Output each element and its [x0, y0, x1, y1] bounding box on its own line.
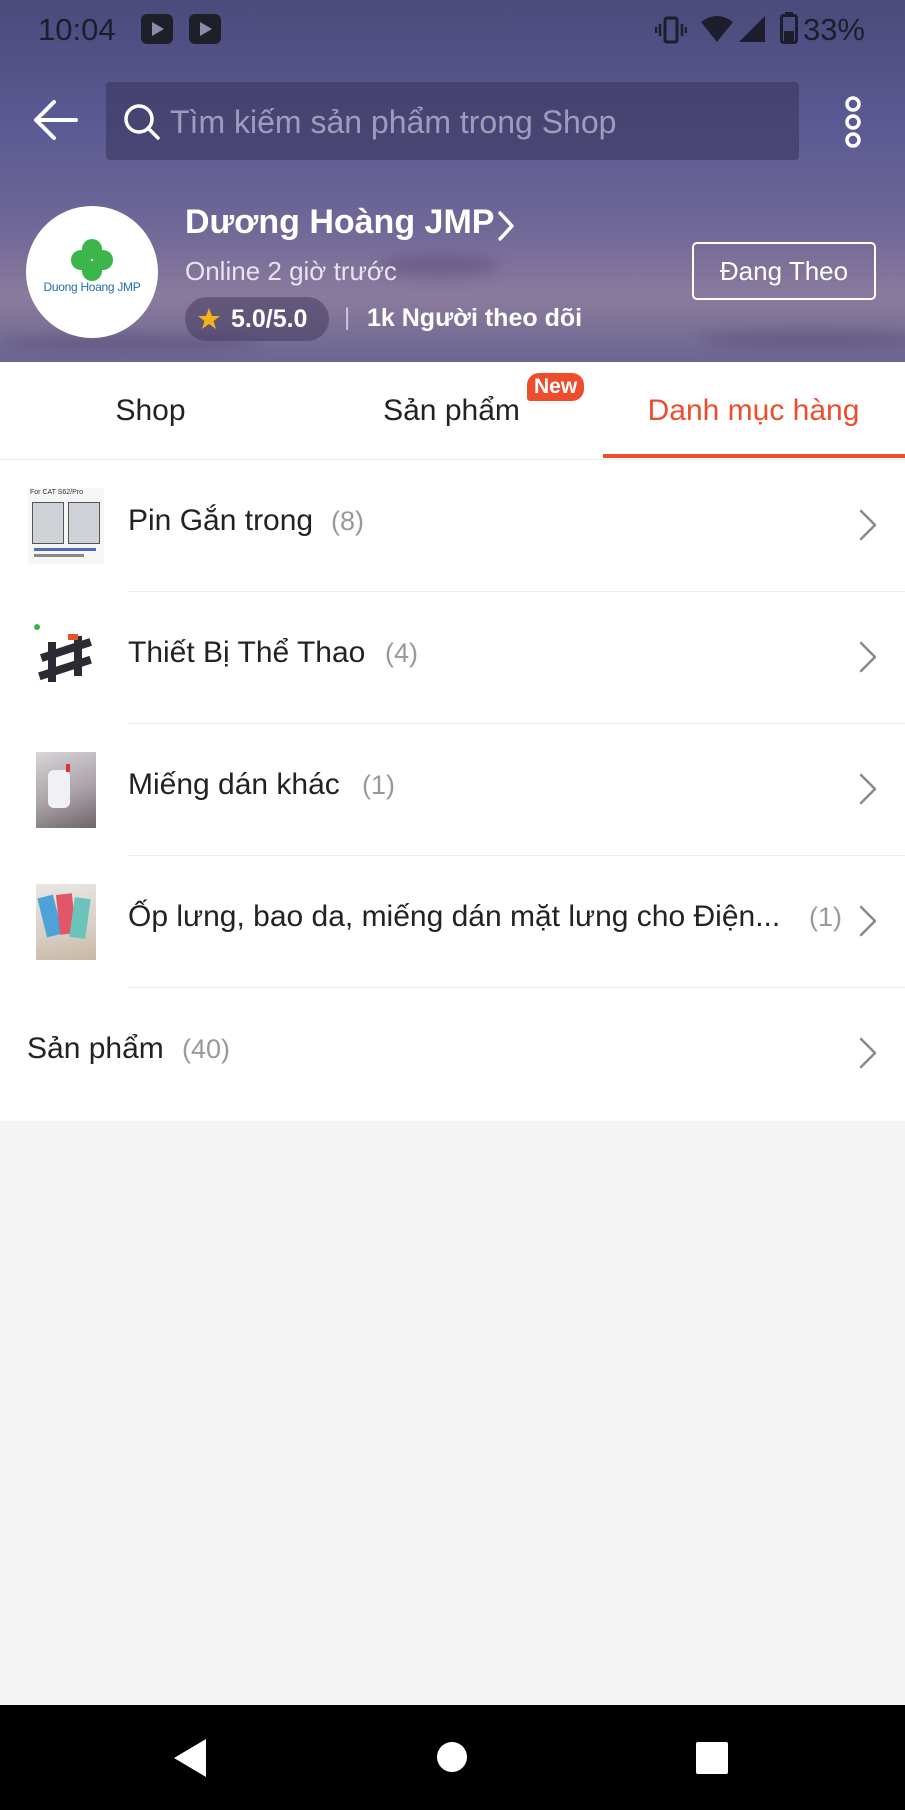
shop-logo-text: Duong Hoang JMP	[43, 280, 141, 294]
online-status: Online 2 giờ trước	[185, 256, 397, 286]
thumbnail-caption: For CAT S62/Pro	[30, 489, 84, 496]
tab-shop[interactable]: Shop	[0, 362, 301, 459]
shop-avatar[interactable]: Duong Hoang JMP	[26, 206, 158, 338]
follow-button[interactable]: Đang Theo	[692, 242, 876, 300]
rating-badge: 5.0/5.0	[185, 297, 329, 341]
more-options-button[interactable]	[838, 94, 868, 150]
rating-value: 5.0/5.0	[231, 305, 308, 333]
battery-icon	[780, 12, 798, 44]
category-row[interactable]: For CAT S62/Pro Pin Gắn trong (8)	[0, 460, 905, 592]
nav-home-icon[interactable]	[436, 1741, 468, 1773]
category-row[interactable]: Ốp lưng, bao da, miếng dán mặt lưng cho …	[0, 856, 905, 988]
category-count: (8)	[331, 506, 364, 536]
shop-search-bar[interactable]	[106, 82, 799, 162]
shop-tabs: Shop Sản phẩm Danh mục hàng	[0, 362, 905, 460]
status-bar: 10:04 33%	[0, 0, 905, 60]
category-count: (1)	[362, 770, 395, 800]
more-vertical-icon	[845, 96, 861, 148]
clover-logo-icon	[71, 239, 113, 281]
category-name: Ốp lưng, bao da, miếng dán mặt lưng cho …	[128, 900, 781, 933]
category-name: Miếng dán khác	[128, 768, 340, 801]
category-thumbnail	[28, 884, 104, 960]
all-products-count: (40)	[182, 1034, 231, 1064]
battery-percentage: 33%	[802, 12, 865, 47]
category-thumbnail	[28, 620, 104, 696]
chevron-right-icon	[859, 905, 877, 937]
wifi-icon	[701, 16, 733, 42]
chevron-right-icon	[859, 1037, 877, 1069]
chevron-right-icon	[859, 773, 877, 805]
chevron-right-icon[interactable]	[496, 210, 516, 242]
shop-header: 10:04 33% Tìm kiếm sản phẩm trong Shop D…	[0, 0, 905, 362]
active-tab-indicator	[603, 454, 905, 458]
app-notification-icon	[189, 14, 221, 44]
category-row[interactable]: Thiết Bị Thể Thao (4)	[0, 592, 905, 724]
followers-count: 1k Người theo dõi	[367, 304, 583, 332]
category-name: Pin Gắn trong	[128, 504, 314, 537]
new-badge: New	[527, 373, 585, 401]
chevron-right-icon	[859, 641, 877, 673]
divider: |	[344, 304, 351, 331]
category-thumbnail: For CAT S62/Pro	[28, 488, 104, 564]
search-icon	[124, 104, 160, 140]
chevron-right-icon	[859, 509, 877, 541]
status-time: 10:04	[38, 12, 116, 47]
nav-recents-icon[interactable]	[695, 1741, 729, 1775]
nav-back-icon[interactable]	[172, 1737, 208, 1779]
category-list: For CAT S62/Pro Pin Gắn trong (8) Thiết …	[0, 460, 905, 1121]
tab-categories[interactable]: Danh mục hàng	[603, 362, 904, 459]
category-thumbnail	[28, 752, 104, 828]
category-count: (1)	[809, 902, 842, 932]
shop-name[interactable]: Dương Hoàng JMP	[185, 203, 494, 242]
vibrate-icon	[655, 16, 687, 44]
app-notification-icon	[141, 14, 173, 44]
android-navigation-bar	[0, 1705, 905, 1810]
back-button[interactable]	[28, 92, 84, 148]
all-products-label: Sản phẩm	[27, 1032, 164, 1065]
signal-icon	[739, 16, 765, 42]
search-input[interactable]	[168, 82, 782, 162]
category-row[interactable]: Miếng dán khác (1)	[0, 724, 905, 856]
back-arrow-icon	[34, 100, 78, 140]
category-name: Thiết Bị Thể Thao	[128, 636, 366, 669]
star-icon	[198, 308, 220, 329]
category-count: (4)	[385, 638, 418, 668]
all-products-row[interactable]: Sản phẩm (40)	[0, 988, 905, 1120]
